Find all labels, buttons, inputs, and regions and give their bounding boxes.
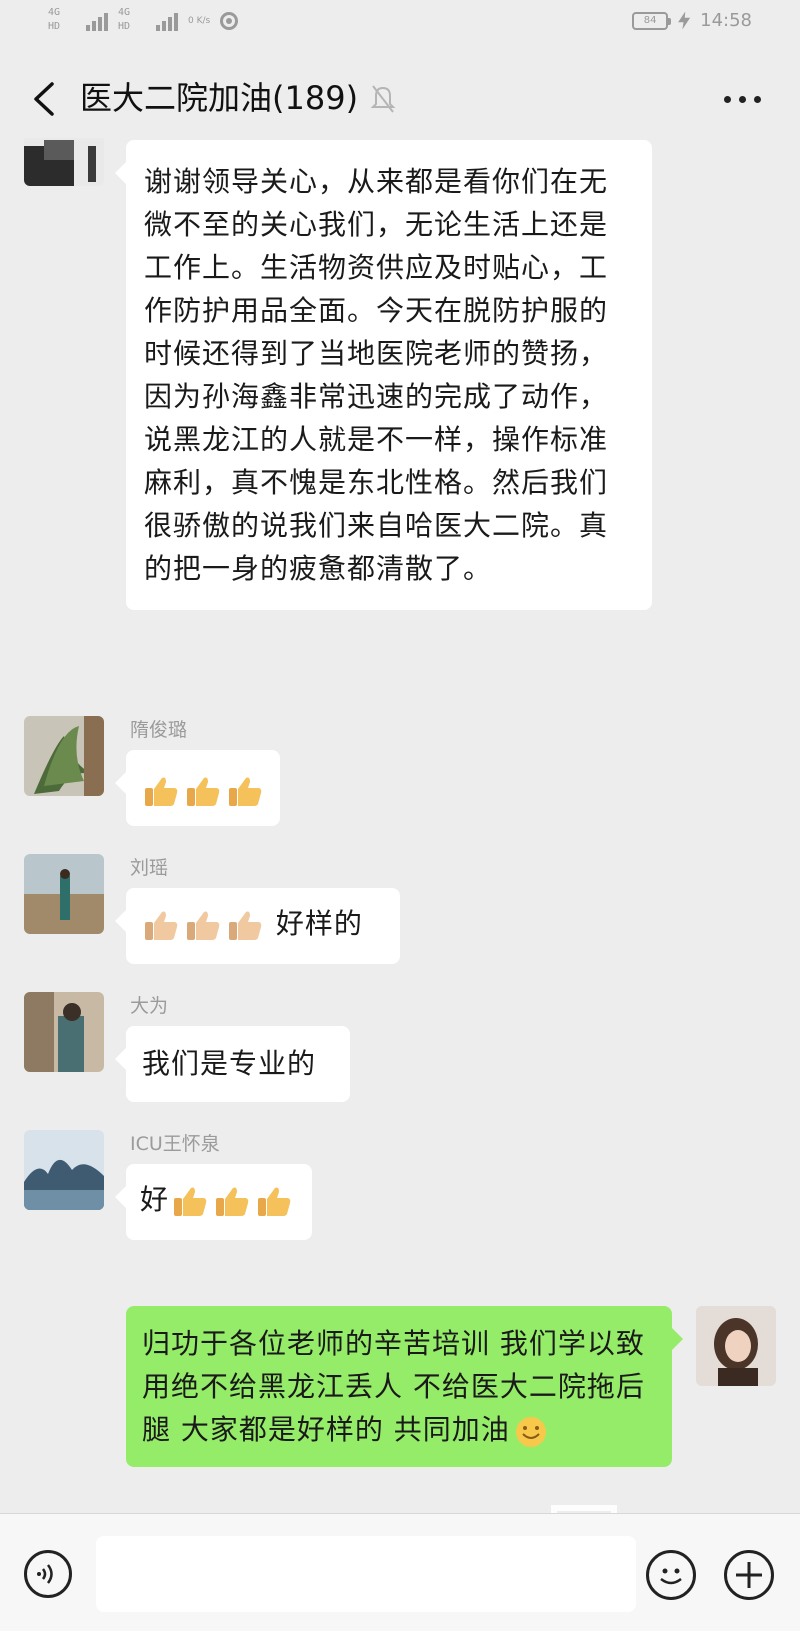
avatar[interactable]: [24, 854, 104, 934]
charging-icon: [678, 11, 691, 30]
avatar[interactable]: [24, 138, 104, 186]
message-text: 我们是专业的: [142, 1047, 317, 1080]
message-bubble[interactable]: 我们是专业的: [115, 1026, 350, 1102]
message-bubble[interactable]: 谢谢领导关心，从来都是看你们在无微不至的关心我们，无论生活上还是工作上。生活物资…: [115, 140, 652, 610]
hotspot-icon: [220, 12, 239, 30]
message-input[interactable]: [96, 1536, 636, 1612]
sender-name: 大为: [130, 995, 169, 1017]
signal-2-icon: [156, 11, 178, 31]
thumbs-up-icon: [229, 911, 262, 940]
sim-2-label: 4G HD: [118, 7, 131, 32]
avatar[interactable]: [696, 1306, 776, 1386]
avatar[interactable]: [24, 716, 104, 796]
sim-1-label: 4G HD: [48, 7, 61, 32]
thumbs-up-icon: [229, 777, 262, 806]
message-text: 谢谢领导关心，从来都是看你们在无微不至的关心我们，无论生活上还是工作上。生活物资…: [144, 165, 609, 585]
message-text: 好: [140, 1183, 170, 1216]
message-bubble[interactable]: 好: [115, 1164, 312, 1240]
sender-name: 隋俊璐: [130, 719, 188, 741]
status-right: 84 14:58: [632, 10, 752, 31]
battery-icon: 84: [632, 11, 672, 30]
message-bubble[interactable]: [115, 750, 280, 826]
network-speed: 0 K/s: [188, 16, 211, 26]
message-list[interactable]: 谢谢领导关心，从来都是看你们在无微不至的关心我们，无论生活上还是工作上。生活物资…: [0, 138, 800, 1513]
message-text: 归功于各位老师的辛苦培训 我们学以致用绝不给黑龙江丢人 不给医大二院拖后腿 大家…: [142, 1327, 645, 1446]
thumbs-up-icon: [258, 1187, 291, 1216]
smiling-face-icon: [515, 1417, 546, 1447]
message-text: 好样的: [275, 907, 363, 940]
thumbs-up-icon: [145, 777, 178, 806]
avatar[interactable]: [24, 992, 104, 1072]
input-bar: [0, 1513, 800, 1631]
chat-header: 医大二院加油(189): [0, 60, 800, 138]
sender-name: 刘瑶: [130, 857, 169, 879]
thumbs-up-icon: [187, 911, 220, 940]
sender-name: ICU王怀泉: [130, 1133, 220, 1155]
emoji-icon[interactable]: [646, 1550, 696, 1600]
bell-off-icon: [370, 85, 396, 113]
signal-1-icon: [86, 11, 108, 31]
message-bubble[interactable]: 归功于各位老师的辛苦培训 我们学以致用绝不给黑龙江丢人 不给医大二院拖后腿 大家…: [126, 1306, 683, 1467]
more-dots-icon[interactable]: [720, 84, 764, 114]
chevron-left-icon[interactable]: [28, 80, 64, 118]
page-title: 医大二院加油(189): [80, 79, 359, 117]
message-bubble[interactable]: 好样的: [115, 888, 400, 964]
thumbs-up-icon: [145, 911, 178, 940]
clock: 14:58: [700, 10, 752, 31]
avatar[interactable]: [24, 1130, 104, 1210]
thumbs-up-icon: [187, 777, 220, 806]
voice-icon[interactable]: [24, 1550, 72, 1598]
status-bar: 4G HD 4G HD 0 K/s 84 14:58: [0, 0, 800, 48]
status-left: 4G HD 4G HD 0 K/s: [48, 6, 239, 36]
thumbs-up-icon: [216, 1187, 249, 1216]
thumbs-up-icon: [174, 1187, 207, 1216]
plus-icon[interactable]: [724, 1550, 774, 1600]
